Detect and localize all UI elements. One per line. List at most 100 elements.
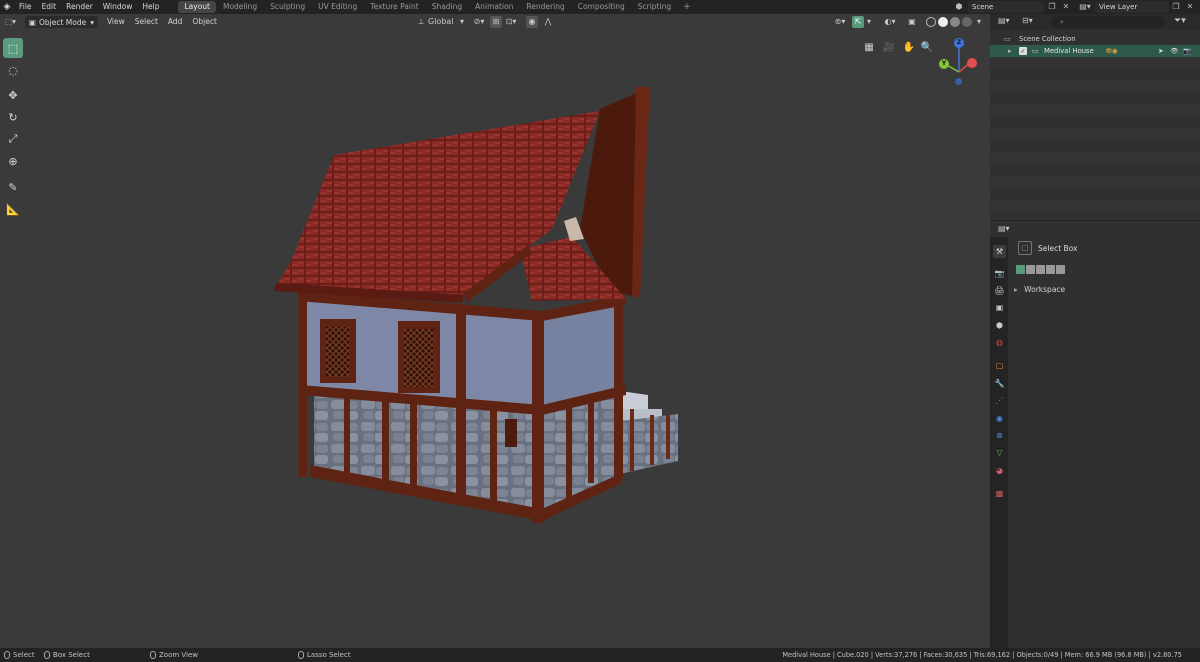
mode-set-icon[interactable] bbox=[1016, 265, 1025, 274]
measure-tool-icon[interactable]: 📐 bbox=[3, 199, 23, 219]
menu-edit[interactable]: Edit bbox=[37, 0, 62, 14]
material-preview-icon[interactable] bbox=[950, 17, 960, 27]
view-layer-icon[interactable]: ▤▾ bbox=[1076, 1, 1094, 13]
mode-intersect-icon[interactable] bbox=[1056, 265, 1065, 274]
gizmo-neg-z-axis[interactable] bbox=[955, 78, 962, 85]
tab-constraints-icon[interactable]: ⊗ bbox=[993, 429, 1006, 442]
medival-house-model[interactable] bbox=[270, 69, 690, 529]
outliner-search-input[interactable]: ⌕ bbox=[1052, 16, 1164, 28]
select-arrow-icon[interactable]: ➤ bbox=[1158, 45, 1164, 57]
gizmo-x-axis[interactable] bbox=[967, 58, 977, 68]
chevron-down-icon[interactable]: ▾ bbox=[864, 16, 874, 28]
add-workspace-button[interactable]: + bbox=[678, 2, 696, 12]
cursor-tool-icon[interactable]: ◌ bbox=[3, 60, 23, 80]
workspace-panel-header[interactable]: ▸ Workspace bbox=[1014, 285, 1065, 294]
gizmo-toggle-icon[interactable]: ⇱ bbox=[852, 16, 864, 28]
snap-toggle-icon[interactable]: ⊞ bbox=[490, 16, 502, 28]
scene-selector[interactable]: Scene bbox=[968, 1, 1044, 13]
snap-element-icon[interactable]: ⊡▾ bbox=[502, 16, 520, 28]
workspace-tab-rendering[interactable]: Rendering bbox=[520, 1, 570, 13]
workspace-tab-uv-editing[interactable]: UV Editing bbox=[312, 1, 363, 13]
rendered-shading-icon[interactable] bbox=[962, 17, 972, 27]
viewport-menu-select[interactable]: Select bbox=[130, 14, 163, 30]
navigation-gizmo[interactable]: Z Y bbox=[935, 36, 985, 106]
workspace-tab-compositing[interactable]: Compositing bbox=[572, 1, 631, 13]
select-box-tool-icon[interactable]: ⬚ bbox=[3, 38, 23, 58]
viewport-menu-add[interactable]: Add bbox=[163, 14, 188, 30]
checkbox-icon[interactable]: ✓ bbox=[1019, 47, 1027, 55]
tab-tool-icon[interactable]: ⚒ bbox=[993, 245, 1006, 258]
viewport-menu-object[interactable]: Object bbox=[187, 14, 221, 30]
object-mode-dropdown[interactable]: ▣ Object Mode ▾ bbox=[24, 16, 98, 28]
xray-toggle-icon[interactable]: ▣ bbox=[906, 16, 918, 28]
tab-scene-icon[interactable]: ⬢ bbox=[993, 319, 1006, 332]
transform-orientation-icon[interactable]: ⟂ bbox=[414, 16, 428, 28]
tab-material-icon[interactable]: ◕ bbox=[993, 464, 1006, 477]
workspace-tab-sculpting[interactable]: Sculpting bbox=[264, 1, 311, 13]
scene-collection-row[interactable]: ▭ Scene Collection bbox=[990, 33, 1200, 45]
proportional-falloff-icon[interactable]: ⋀ bbox=[540, 16, 556, 28]
proportional-editing-icon[interactable]: ◉ bbox=[526, 16, 538, 28]
tab-output-icon[interactable]: 🖨 bbox=[993, 284, 1006, 297]
new-view-layer-icon[interactable]: ❐ bbox=[1170, 1, 1182, 13]
tab-view-layer-icon[interactable]: ▣ bbox=[993, 301, 1006, 314]
menu-render[interactable]: Render bbox=[61, 0, 98, 14]
toggle-perspective-icon[interactable]: ▦ bbox=[862, 41, 876, 55]
workspace-tab-layout[interactable]: Layout bbox=[178, 1, 216, 13]
delete-view-layer-icon[interactable]: ✕ bbox=[1184, 1, 1196, 13]
tab-modifiers-icon[interactable]: 🔧 bbox=[993, 377, 1006, 390]
workspace-tab-animation[interactable]: Animation bbox=[469, 1, 519, 13]
mode-invert-icon[interactable] bbox=[1046, 265, 1055, 274]
menu-file[interactable]: File bbox=[14, 0, 37, 14]
viewport-menu-view[interactable]: View bbox=[102, 14, 130, 30]
transform-tool-icon[interactable]: ⊕ bbox=[3, 151, 23, 171]
wireframe-shading-icon[interactable] bbox=[926, 17, 936, 27]
rotate-tool-icon[interactable]: ↻ bbox=[3, 107, 23, 127]
tab-render-icon[interactable]: 📷 bbox=[993, 267, 1006, 280]
zoom-view-icon[interactable]: 🔍 bbox=[920, 41, 934, 55]
outliner-row-medival-house[interactable]: ▸ ✓ ▭ Medival House ⛃◉ ➤ 👁 📷 bbox=[990, 45, 1200, 57]
overlays-icon[interactable]: ◐▾ bbox=[880, 16, 900, 28]
view-layer-selector[interactable]: View Layer bbox=[1095, 1, 1169, 13]
expand-arrow-icon[interactable]: ▸ bbox=[1008, 45, 1011, 57]
selection-mode-buttons bbox=[1016, 265, 1065, 274]
pivot-point-icon[interactable]: ⊘▾ bbox=[470, 16, 488, 28]
tab-data-icon[interactable]: ▽ bbox=[993, 446, 1006, 459]
mode-extend-icon[interactable] bbox=[1026, 265, 1035, 274]
tab-world-icon[interactable]: ◍ bbox=[993, 336, 1006, 349]
annotate-tool-icon[interactable]: ✎ bbox=[3, 177, 23, 197]
workspace-tab-texture-paint[interactable]: Texture Paint bbox=[364, 1, 424, 13]
chevron-down-icon[interactable]: ▾ bbox=[974, 16, 984, 28]
tab-texture-icon[interactable]: ▩ bbox=[993, 487, 1006, 500]
blender-logo-icon[interactable]: ◈ bbox=[0, 0, 14, 14]
workspace-tab-shading[interactable]: Shading bbox=[426, 1, 468, 13]
tab-particles-icon[interactable]: ⋰ bbox=[993, 394, 1006, 407]
outliner-empty-row bbox=[990, 81, 1200, 93]
tab-object-icon[interactable]: ▢ bbox=[993, 359, 1006, 372]
camera-icon[interactable]: 📷 bbox=[1183, 45, 1191, 57]
workspace-tab-scripting[interactable]: Scripting bbox=[632, 1, 677, 13]
menu-window[interactable]: Window bbox=[98, 0, 138, 14]
visibility-icon[interactable]: ⊚▾ bbox=[830, 16, 850, 28]
3d-viewport[interactable]: ⬚▾ ▣ Object Mode ▾ View Select Add Objec… bbox=[0, 14, 990, 648]
workspace-tab-modeling[interactable]: Modeling bbox=[217, 1, 263, 13]
mode-subtract-icon[interactable] bbox=[1036, 265, 1045, 274]
display-mode-icon[interactable]: ⊟▾ bbox=[1022, 16, 1033, 25]
camera-view-icon[interactable]: 🎥 bbox=[882, 41, 896, 55]
filter-icon[interactable]: ⏷▾ bbox=[1174, 16, 1186, 26]
scene-icon[interactable]: ⬢ bbox=[952, 1, 966, 13]
pan-view-icon[interactable]: ✋ bbox=[902, 41, 916, 55]
delete-scene-icon[interactable]: ✕ bbox=[1060, 1, 1072, 13]
gizmo-z-axis[interactable]: Z bbox=[954, 38, 964, 48]
editor-type-icon[interactable]: ⬚▾ bbox=[0, 14, 21, 30]
solid-shading-icon[interactable] bbox=[938, 17, 948, 27]
menu-help[interactable]: Help bbox=[137, 0, 164, 14]
eye-icon[interactable]: 👁 bbox=[1170, 45, 1179, 57]
new-scene-icon[interactable]: ❐ bbox=[1046, 1, 1058, 13]
move-tool-icon[interactable]: ✥ bbox=[3, 85, 23, 105]
properties-editor-type-icon[interactable]: ▤▾ bbox=[998, 224, 1010, 233]
tab-physics-icon[interactable]: ◉ bbox=[993, 412, 1006, 425]
scale-tool-icon[interactable]: ⤢ bbox=[3, 129, 23, 149]
outliner-editor-type-icon[interactable]: ▤▾ bbox=[998, 16, 1010, 25]
gizmo-y-axis[interactable]: Y bbox=[939, 59, 949, 69]
